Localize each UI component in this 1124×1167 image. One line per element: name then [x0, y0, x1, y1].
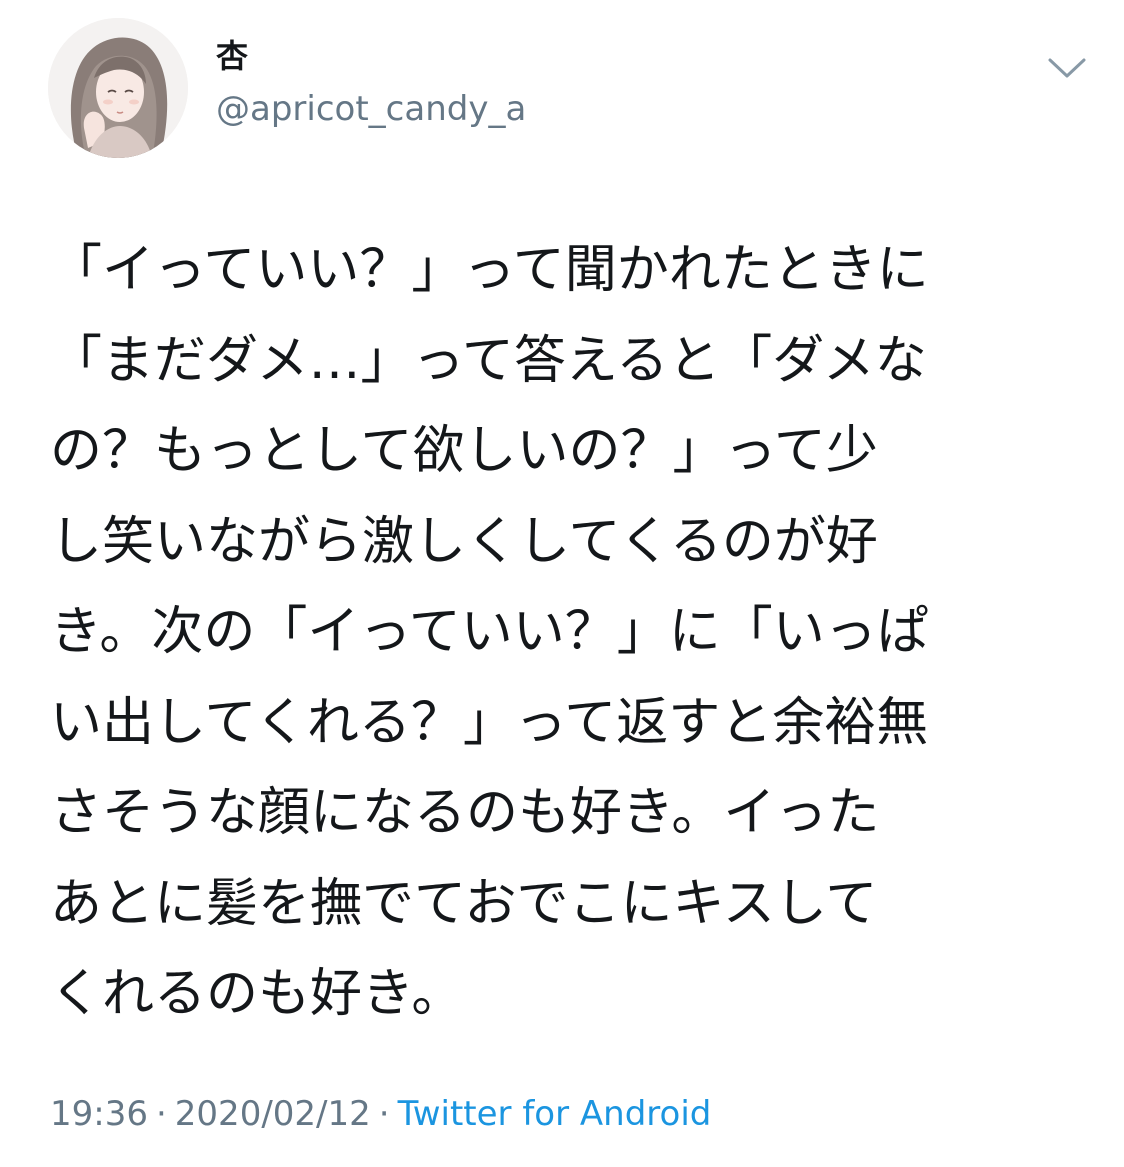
tweet-text-line: さそうな顔になるのも好き。イった	[50, 783, 880, 843]
tweet-date[interactable]: 2020/02/12	[175, 1094, 371, 1134]
user-handle[interactable]: @apricot_candy_a	[216, 86, 526, 132]
tweet-time[interactable]: 19:36	[50, 1094, 148, 1134]
meta-separator: ·	[155, 1094, 167, 1134]
tweet-text-line: 「まだダメ…」って答えると「ダメな	[50, 330, 927, 391]
tweet-text-line: の？もっとして欲しいの？」って少	[50, 421, 878, 481]
tweet-text-line: 「イっていい？」って聞かれたときに	[50, 240, 929, 300]
tweet-metadata: 19:36 · 2020/02/12 · Twitter for Android	[50, 1092, 711, 1136]
profile-avatar-illustration	[48, 18, 188, 158]
tweet-text-line: い出してくれる？」って返すと余裕無	[50, 692, 929, 753]
tweet-source-link[interactable]: Twitter for Android	[398, 1094, 712, 1134]
tweet-card: 杏 @apricot_candy_a 「イっていい？」って聞かれたときに 「まだ…	[0, 0, 1124, 1167]
meta-separator: ·	[378, 1094, 390, 1134]
display-name[interactable]: 杏	[216, 36, 526, 76]
tweet-text: 「イっていい？」って聞かれたときに 「まだダメ…」って答えると「ダメな の？もっ…	[50, 225, 1090, 1040]
tweet-header: 杏 @apricot_candy_a	[48, 18, 1088, 158]
chevron-down-icon[interactable]	[1046, 54, 1088, 82]
tweet-text-line: き。次の「イっていい？」に「いっぱ	[50, 602, 929, 662]
author-names: 杏 @apricot_candy_a	[216, 36, 526, 132]
tweet-text-line: あとに髪を撫でておでこにキスして	[50, 873, 878, 934]
tweet-text-line: くれるのも好き。	[50, 964, 464, 1024]
tweet-text-line: し笑いながら激しくしてくるのが好	[50, 511, 878, 572]
avatar[interactable]	[48, 18, 188, 158]
